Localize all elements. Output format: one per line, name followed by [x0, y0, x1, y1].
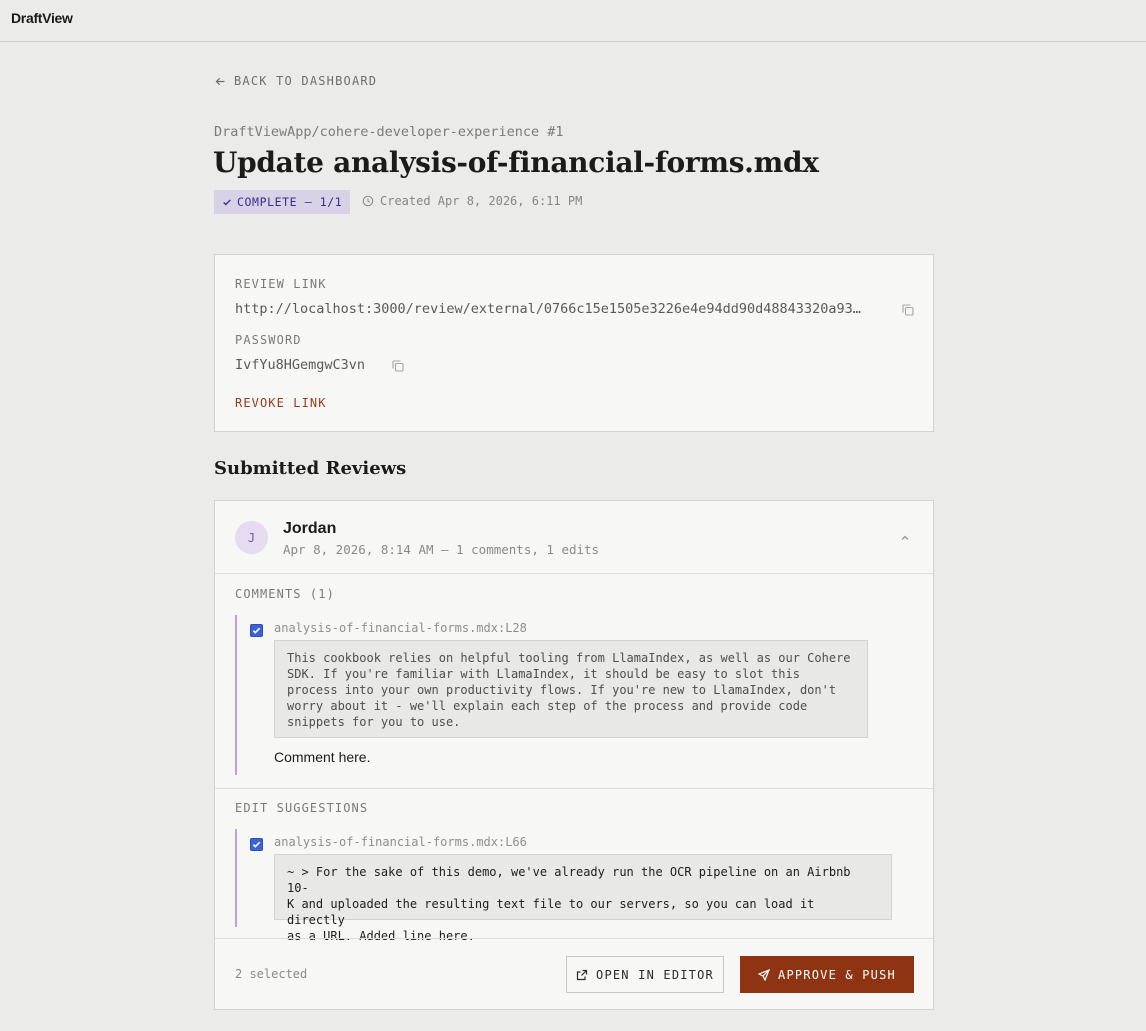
review-link-card: REVIEW LINK http://localhost:3000/review…: [214, 254, 934, 432]
review-link-url[interactable]: http://localhost:3000/review/external/07…: [235, 301, 883, 317]
edit-thread-line: [235, 829, 237, 927]
edit-file-ref[interactable]: analysis-of-financial-forms.mdx:L66: [274, 835, 527, 849]
selection-count: 2 selected: [235, 967, 308, 981]
avatar: J: [235, 521, 268, 554]
comment-text: Comment here.: [274, 749, 371, 765]
comment-file-ref[interactable]: analysis-of-financial-forms.mdx:L28: [274, 621, 527, 635]
review-link-label: REVIEW LINK: [235, 277, 327, 291]
check-icon: [223, 199, 231, 206]
created-label: Created Apr 8, 2026, 6:11 PM: [380, 194, 583, 208]
review-card: J Jordan Apr 8, 2026, 8:14 AM — 1 commen…: [214, 500, 934, 1010]
back-to-dashboard-link[interactable]: BACK TO DASHBOARD: [214, 74, 377, 88]
section-divider: [215, 788, 933, 789]
clock-icon: [362, 195, 374, 207]
password-label: PASSWORD: [235, 333, 302, 347]
comments-heading: COMMENTS (1): [235, 587, 335, 601]
copy-password-icon[interactable]: [391, 359, 405, 373]
edit-suggestions-heading: EDIT SUGGESTIONS: [235, 801, 369, 815]
send-icon: [758, 968, 771, 981]
edit-checkbox[interactable]: [250, 838, 263, 851]
back-label: BACK TO DASHBOARD: [234, 74, 378, 88]
comment-quote: This cookbook relies on helpful tooling …: [274, 640, 868, 738]
external-link-icon: [576, 969, 588, 980]
password-value[interactable]: IvfYu8HGemgwC3vn: [235, 357, 365, 373]
copy-link-icon[interactable]: [901, 303, 915, 317]
page-title: Update analysis-of-financial-forms.mdx: [213, 146, 819, 179]
arrow-left-icon: [215, 77, 225, 85]
created-timestamp: Created Apr 8, 2026, 6:11 PM: [362, 194, 582, 208]
reviewer-name: Jordan: [283, 520, 337, 537]
status-badge: COMPLETE — 1/1: [214, 190, 351, 214]
revoke-link-button[interactable]: REVOKE LINK: [235, 396, 327, 410]
open-in-editor-label: OPEN IN EDITOR: [596, 967, 714, 982]
chevron-up-icon[interactable]: [899, 532, 911, 544]
submitted-reviews-heading: Submitted Reviews: [214, 458, 407, 479]
approve-and-push-button[interactable]: APPROVE & PUSH: [740, 956, 914, 993]
review-header[interactable]: J Jordan Apr 8, 2026, 8:14 AM — 1 commen…: [215, 501, 933, 574]
comment-checkbox[interactable]: [250, 624, 263, 637]
check-icon: [252, 627, 261, 634]
brand-logo[interactable]: DraftView: [11, 10, 73, 26]
comment-thread-line: [235, 615, 237, 775]
edit-diff: ~ > For the sake of this demo, we've alr…: [274, 854, 892, 943]
repo-reference: DraftViewApp/cohere-developer-experience…: [214, 124, 564, 140]
top-bar: DraftView: [0, 0, 1146, 42]
footer-divider: [215, 938, 933, 939]
status-label: COMPLETE — 1/1: [237, 195, 343, 209]
approve-and-push-label: APPROVE & PUSH: [778, 967, 896, 982]
review-meta: Apr 8, 2026, 8:14 AM — 1 comments, 1 edi…: [283, 542, 600, 557]
open-in-editor-button[interactable]: OPEN IN EDITOR: [566, 956, 724, 993]
check-icon: [252, 841, 261, 848]
